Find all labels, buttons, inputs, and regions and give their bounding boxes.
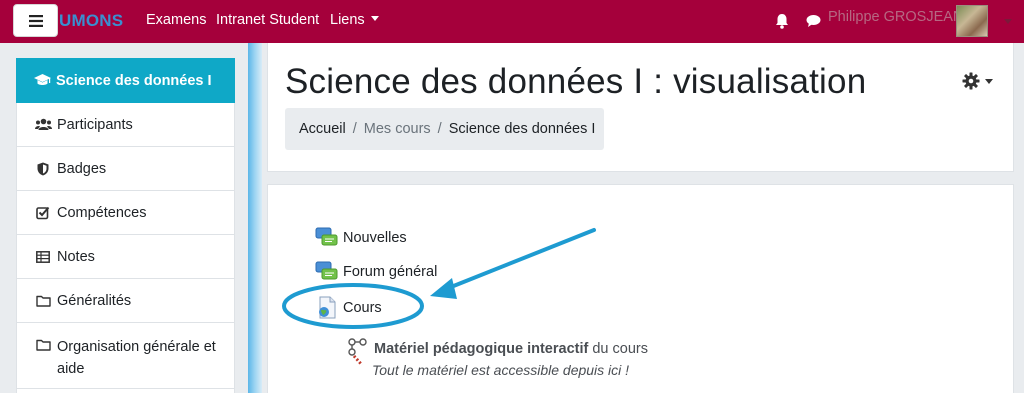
breadcrumb-home[interactable]: Accueil <box>299 121 346 137</box>
user-menu-chevron-icon[interactable] <box>1004 19 1012 24</box>
forum-icon <box>315 226 339 250</box>
chevron-down-icon <box>985 78 993 84</box>
sidebar-item-notes[interactable]: Notes <box>16 235 235 279</box>
page-divider <box>248 43 262 393</box>
bell-icon[interactable] <box>775 13 789 29</box>
resource-description: Tout le matériel est accessible depuis i… <box>372 362 630 378</box>
menu-toggle-button[interactable] <box>13 4 58 37</box>
sidebar-item-label: Participants <box>57 116 133 133</box>
folder-icon <box>34 339 52 351</box>
breadcrumb-separator: / <box>437 121 442 137</box>
settings-menu[interactable] <box>962 72 993 90</box>
top-navbar: UMONS Examens Intranet Student Liens Phi… <box>0 0 1024 43</box>
avatar[interactable] <box>956 5 988 37</box>
chat-icon[interactable] <box>806 14 821 28</box>
site-logo[interactable]: UMONS <box>59 11 123 31</box>
sidebar-item-label: Notes <box>57 248 95 265</box>
page-title: Science des données I : visualisation <box>285 62 867 101</box>
nav-link-intranet[interactable]: Intranet Student <box>216 12 319 28</box>
users-icon <box>34 118 52 131</box>
sidebar-item-label: Science des données I <box>56 72 212 89</box>
sidebar-item-label: Généralités <box>57 292 132 309</box>
menu-icon <box>28 14 43 27</box>
molecule-icon <box>346 337 370 366</box>
activity-forum-general[interactable]: Forum général <box>315 260 437 284</box>
graduation-cap-icon <box>33 74 51 87</box>
sidebar-item-badges[interactable]: Badges <box>16 147 235 191</box>
sidebar-item-generalites[interactable]: Généralités <box>16 279 235 323</box>
sidebar-item-participants[interactable]: Participants <box>16 103 235 147</box>
gear-icon <box>962 72 980 90</box>
sidebar-item-organisation[interactable]: Organisation générale et aide <box>16 323 235 389</box>
nav-link-liens[interactable]: Liens <box>330 12 379 28</box>
nav-link-liens-label: Liens <box>330 12 365 28</box>
breadcrumb-my-courses[interactable]: Mes cours <box>364 121 431 137</box>
resource-title: Matériel pédagogique interactif <box>374 341 589 357</box>
checkbox-icon <box>34 206 52 220</box>
breadcrumb: Accueil / Mes cours / Science des donnée… <box>285 108 604 150</box>
activity-label: Forum général <box>343 264 438 280</box>
activity-cours[interactable]: Cours <box>315 296 382 320</box>
folder-icon <box>34 295 52 307</box>
course-sidebar: Science des données I Participants Badge… <box>16 58 235 393</box>
sidebar-item-course[interactable]: Science des données I <box>16 58 235 103</box>
breadcrumb-course[interactable]: Science des données I <box>449 121 596 137</box>
activity-nouvelles[interactable]: Nouvelles <box>315 226 407 250</box>
chevron-down-icon <box>370 16 379 21</box>
resource-suffix: du cours <box>588 341 648 357</box>
sidebar-item-label: Compétences <box>57 204 147 221</box>
user-name[interactable]: Philippe GROSJEAN <box>828 9 963 25</box>
resource-materiel[interactable]: Matériel pédagogique interactif du cours <box>346 337 648 366</box>
shield-icon <box>34 162 52 176</box>
sidebar-item-label: Organisation générale et aide <box>57 339 216 377</box>
activity-label: Cours <box>343 300 382 316</box>
sidebar-item-competences[interactable]: Compétences <box>16 191 235 235</box>
sidebar-item-label: Badges <box>57 160 107 177</box>
web-page-icon <box>315 296 339 320</box>
sidebar-item-next[interactable] <box>16 389 235 393</box>
forum-icon <box>315 260 339 284</box>
table-icon <box>34 250 52 263</box>
nav-link-examens[interactable]: Examens <box>146 12 206 28</box>
activity-label: Nouvelles <box>343 230 407 246</box>
breadcrumb-separator: / <box>352 121 357 137</box>
